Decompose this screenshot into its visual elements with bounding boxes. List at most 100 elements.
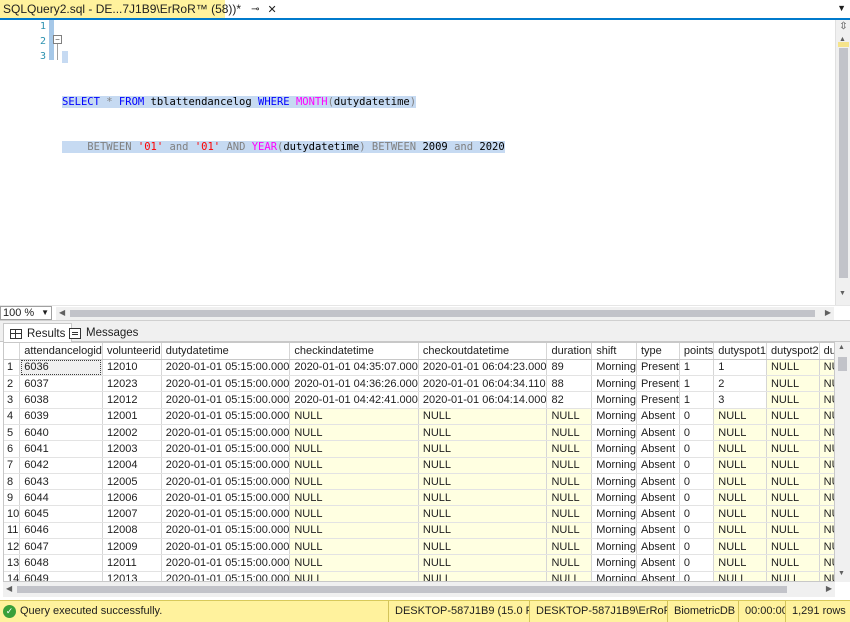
table-row[interactable]: 10 6045 12007 2020-01-01 05:15:00.000 NULL NU… xyxy=(4,505,834,523)
row-number[interactable]: 4 xyxy=(4,408,21,425)
grid-cell[interactable]: NULL xyxy=(713,489,767,507)
zoom-select[interactable]: 100 % ▼ xyxy=(0,306,52,320)
grid-cell[interactable]: Morning xyxy=(591,375,637,393)
grid-cell[interactable]: NULL xyxy=(546,440,593,458)
grid-cell[interactable]: 6048 xyxy=(19,554,103,572)
grid-cell[interactable]: NULL xyxy=(289,408,419,425)
grid-cell[interactable]: NULL xyxy=(713,408,767,425)
grid-cell[interactable]: 2020-01-01 04:36:26.000 xyxy=(289,375,419,393)
grid-cell[interactable]: 6040 xyxy=(19,424,103,442)
grid-cell[interactable]: Absent xyxy=(636,554,680,572)
grid-cell[interactable]: 6049 xyxy=(19,571,103,581)
grid-cell[interactable]: 12005 xyxy=(102,473,162,491)
grid-cell[interactable]: NULL xyxy=(713,440,767,458)
grid-cell[interactable]: 2020-01-01 05:15:00.000 xyxy=(161,375,291,393)
grid-cell[interactable]: 2020-01-01 05:15:00.000 xyxy=(161,489,291,507)
grid-cell[interactable]: NULL xyxy=(766,391,820,409)
grid-cell[interactable]: 2020-01-01 05:15:00.000 xyxy=(161,359,291,377)
column-header[interactable]: duration xyxy=(546,343,593,360)
grid-cell[interactable]: NULL xyxy=(289,522,419,540)
grid-cell[interactable]: 0 xyxy=(679,571,715,581)
grid-cell[interactable]: 0 xyxy=(679,538,715,556)
grid-horizontal-scrollbar[interactable]: ◀ ▶ xyxy=(3,582,835,597)
scroll-thumb[interactable] xyxy=(838,357,847,371)
scroll-left-arrow-icon[interactable]: ◀ xyxy=(6,584,12,593)
grid-cell[interactable]: NULL xyxy=(819,473,834,491)
grid-cell[interactable]: 0 xyxy=(679,489,715,507)
grid-cell[interactable]: NULL xyxy=(289,554,419,572)
grid-cell[interactable]: Morning xyxy=(591,440,637,458)
table-row[interactable]: 13 6048 12011 2020-01-01 05:15:00.000 NULL NU… xyxy=(4,554,834,572)
grid-cell[interactable]: 82 xyxy=(546,391,593,409)
grid-cell[interactable]: 2020-01-01 05:15:00.000 xyxy=(161,554,291,572)
grid-cell[interactable]: NULL xyxy=(418,554,548,572)
grid-cell[interactable]: 6039 xyxy=(19,408,103,425)
grid-cell[interactable]: NULL xyxy=(289,489,419,507)
grid-cell[interactable]: NULL xyxy=(289,424,419,442)
grid-cell[interactable]: NULL xyxy=(289,571,419,581)
grid-cell[interactable]: NULL xyxy=(819,408,834,425)
grid-cell[interactable]: 3 xyxy=(713,391,767,409)
row-number[interactable]: 2 xyxy=(4,375,21,393)
grid-cell[interactable]: 12008 xyxy=(102,522,162,540)
grid-cell[interactable]: NULL xyxy=(546,538,593,556)
grid-cell[interactable]: NULL xyxy=(418,505,548,523)
split-icon[interactable]: ⇳ xyxy=(837,21,850,33)
scroll-right-arrow-icon[interactable]: ▶ xyxy=(826,584,832,593)
editor-horizontal-scrollbar[interactable]: ◀ ▶ xyxy=(56,307,834,320)
grid-cell[interactable]: 89 xyxy=(546,359,593,377)
grid-cell[interactable]: 2020-01-01 06:04:14.000 xyxy=(418,391,548,409)
grid-cell[interactable]: NULL xyxy=(546,408,593,425)
grid-cell[interactable]: 12010 xyxy=(102,359,162,377)
grid-cell[interactable]: 2020-01-01 04:42:41.000 xyxy=(289,391,419,409)
grid-cell[interactable]: 6037 xyxy=(19,375,103,393)
grid-cell[interactable]: NULL xyxy=(766,457,820,474)
grid-cell[interactable]: NULL xyxy=(766,424,820,442)
grid-cell[interactable]: NULL xyxy=(766,359,820,377)
grid-cell[interactable]: NULL xyxy=(418,473,548,491)
grid-cell[interactable]: 2020-01-01 06:04:23.000 xyxy=(418,359,548,377)
grid-vertical-scrollbar[interactable]: ▲ ▼ xyxy=(835,342,850,582)
table-row[interactable]: 2 6037 12023 2020-01-01 05:15:00.000 2020-01… xyxy=(4,375,834,393)
grid-cell[interactable]: 0 xyxy=(679,473,715,491)
grid-cell[interactable]: NULL xyxy=(766,440,820,458)
grid-cell[interactable]: NULL xyxy=(713,538,767,556)
grid-cell[interactable]: Morning xyxy=(591,473,637,491)
grid-cell[interactable]: NULL xyxy=(819,359,834,377)
grid-cell[interactable]: NULL xyxy=(713,571,767,581)
grid-cell[interactable]: NULL xyxy=(819,424,834,442)
grid-cell[interactable]: 6045 xyxy=(19,505,103,523)
grid-cell[interactable]: 12007 xyxy=(102,505,162,523)
collapse-icon[interactable]: − xyxy=(53,35,62,44)
grid-cell[interactable]: 12013 xyxy=(102,571,162,581)
grid-cell[interactable]: NULL xyxy=(819,440,834,458)
grid-cell[interactable]: Absent xyxy=(636,457,680,474)
grid-cell[interactable]: 0 xyxy=(679,505,715,523)
grid-cell[interactable]: NULL xyxy=(766,538,820,556)
column-header[interactable]: dutysp xyxy=(819,343,834,360)
grid-cell[interactable]: 0 xyxy=(679,408,715,425)
tab-results[interactable]: Results xyxy=(3,323,73,343)
scroll-down-arrow-icon[interactable]: ▼ xyxy=(839,290,846,297)
grid-cell[interactable]: Present xyxy=(636,359,680,377)
grid-cell[interactable]: 2020-01-01 06:04:34.110 xyxy=(418,375,548,393)
grid-cell[interactable]: 12011 xyxy=(102,554,162,572)
row-number[interactable]: 13 xyxy=(4,554,21,572)
grid-cell[interactable]: 0 xyxy=(679,522,715,540)
query-editor[interactable]: 1 2 3 − SELECT * FROM tblattendancelog W… xyxy=(0,20,850,305)
grid-cell[interactable]: 6044 xyxy=(19,489,103,507)
grid-cell[interactable]: Absent xyxy=(636,571,680,581)
column-header[interactable]: volunteerid xyxy=(102,343,162,360)
column-header[interactable]: type xyxy=(636,343,680,360)
grid-cell[interactable]: Absent xyxy=(636,424,680,442)
grid-cell[interactable]: Morning xyxy=(591,424,637,442)
grid-cell[interactable]: Absent xyxy=(636,473,680,491)
grid-cell[interactable]: Morning xyxy=(591,359,637,377)
grid-cell[interactable]: Absent xyxy=(636,505,680,523)
grid-cell[interactable]: NULL xyxy=(819,391,834,409)
grid-cell[interactable]: NULL xyxy=(546,473,593,491)
table-row[interactable]: 11 6046 12008 2020-01-01 05:15:00.000 NULL NU… xyxy=(4,522,834,540)
grid-cell[interactable]: Morning xyxy=(591,391,637,409)
grid-cell[interactable]: NULL xyxy=(418,440,548,458)
grid-cell[interactable]: 2020-01-01 05:15:00.000 xyxy=(161,408,291,425)
